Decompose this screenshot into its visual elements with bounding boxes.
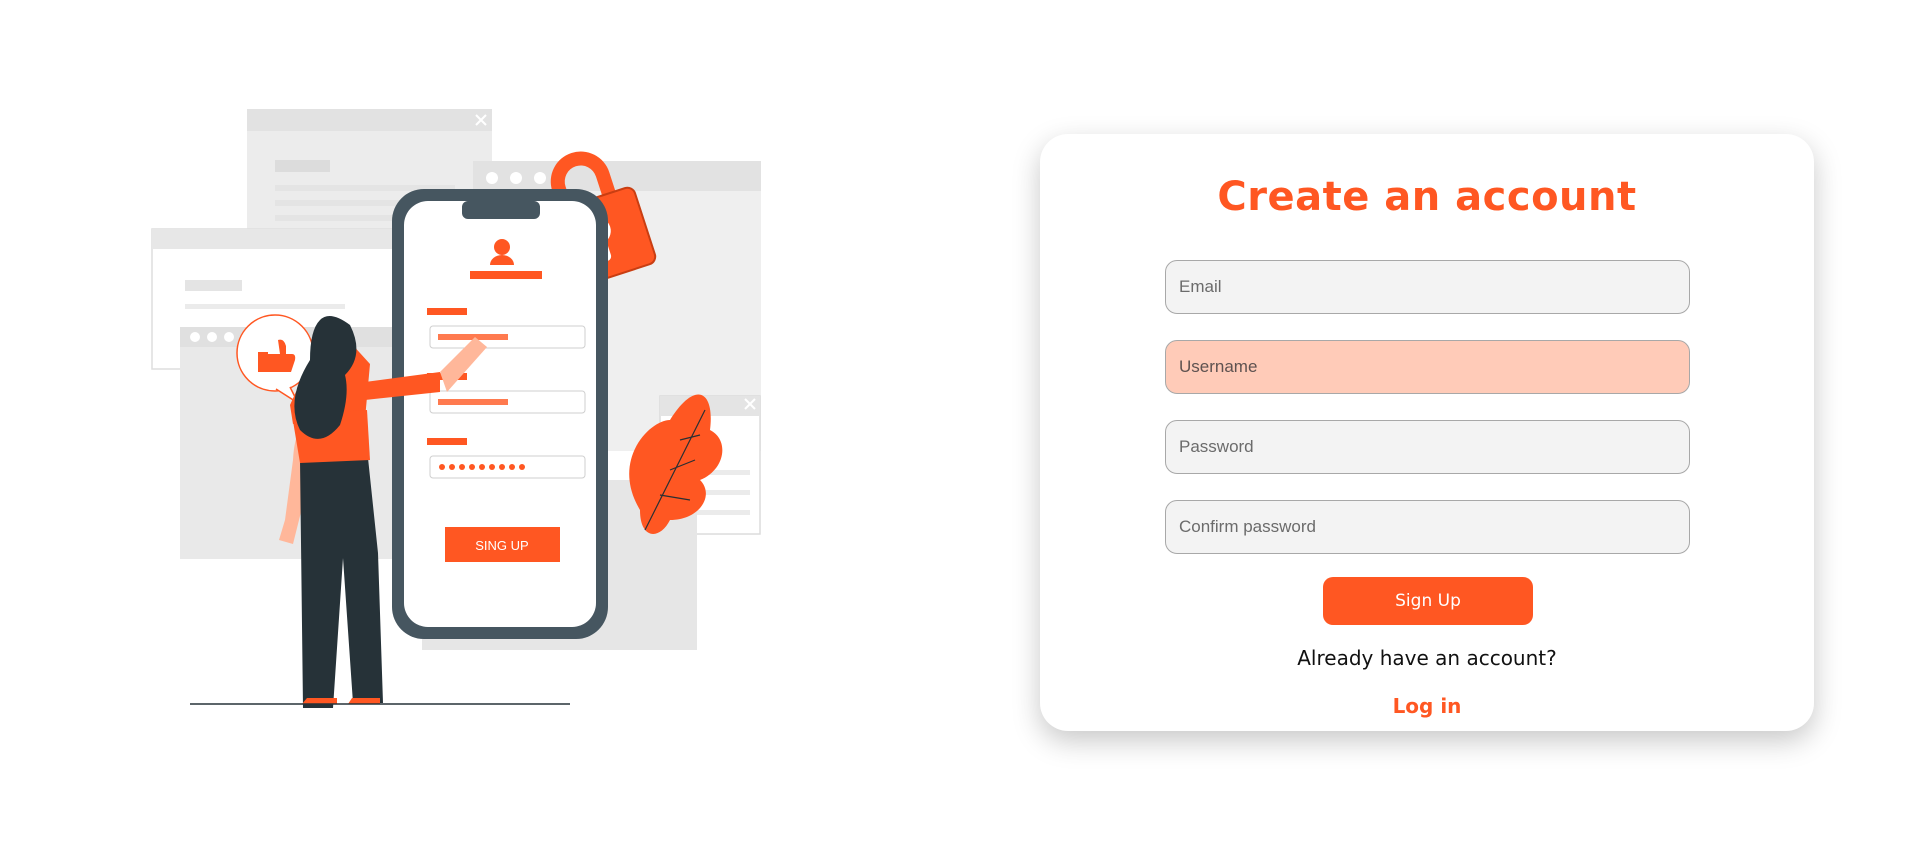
login-link[interactable]: Log in [1040, 694, 1814, 718]
username-field[interactable] [1165, 340, 1690, 394]
phone-signup-text: SING UP [475, 538, 528, 553]
password-field[interactable] [1165, 420, 1690, 474]
signup-button[interactable]: Sign Up [1323, 577, 1533, 625]
email-field[interactable] [1165, 260, 1690, 314]
confirm-password-field[interactable] [1165, 500, 1690, 554]
page-title: Create an account [1217, 174, 1637, 220]
login-prompt: Already have an account? [1297, 646, 1557, 670]
signup-card: Create an account Sign Up Already have a… [1040, 134, 1814, 731]
signup-illustration-icon: SING UP [151, 109, 761, 708]
signup-illustration: SING UP [140, 100, 800, 750]
